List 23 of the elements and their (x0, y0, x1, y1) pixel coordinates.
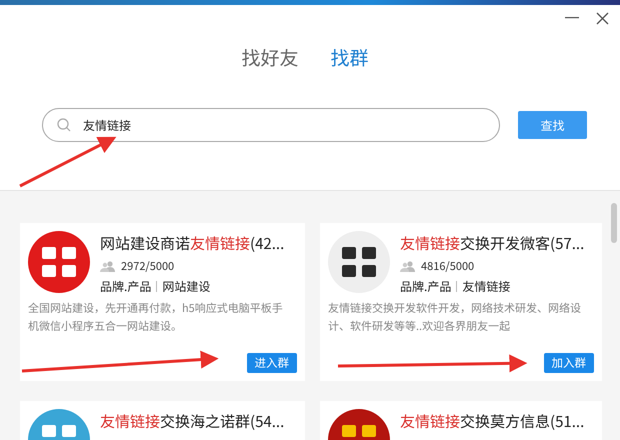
group-description: 友情链接交换开发软件开发，网络技术研发、网络设计、软件研发等等..欢迎各界朋友一起 (328, 299, 582, 335)
member-count: 2972/5000 (121, 258, 174, 274)
tab[interactable]: 找好友 (241, 44, 298, 71)
group-tag: 品牌.产品 (400, 278, 452, 295)
group-tag: 网站建设 (162, 278, 210, 295)
search-icon (57, 118, 71, 132)
join-button[interactable]: 进入群 (246, 353, 297, 373)
join-button[interactable]: 加入群 (544, 353, 594, 373)
group-tag: 友情链接 (462, 278, 510, 295)
people-icon (100, 260, 116, 272)
close-button[interactable] (594, 10, 610, 26)
search-field[interactable]: 友情链接 (42, 108, 500, 142)
people-icon (400, 260, 416, 272)
group-title[interactable]: 网站建设商诺友情链接(42... (100, 233, 284, 254)
member-count: 4816/5000 (421, 258, 474, 274)
scrollbar-thumb[interactable] (611, 203, 617, 243)
group-description: 全国网站建设，先开通再付款，h5响应式电脑平板手机微信小程序五合一网站建设。 (28, 299, 284, 335)
minimize-icon (565, 17, 579, 19)
group-title[interactable]: 友情链接交换海之诺群(54... (100, 411, 284, 432)
group-tag: 品牌.产品 (100, 278, 152, 295)
tab[interactable]: 找群 (330, 44, 369, 71)
group-title[interactable]: 友情链接交换开发微客(57... (400, 233, 584, 254)
group-title[interactable]: 友情链接交换莫方信息(51... (400, 411, 584, 432)
